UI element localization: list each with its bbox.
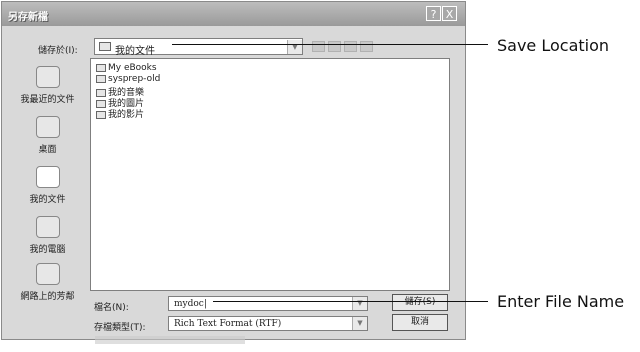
folder-icon	[96, 63, 106, 72]
videos-folder-icon	[96, 110, 106, 119]
folder-icon	[99, 42, 111, 51]
blurred-edge	[95, 336, 245, 344]
callout-enter-file-name: Enter File Name	[497, 292, 625, 311]
file-name-label: 檔名(N):	[94, 303, 129, 313]
folder-icon	[96, 74, 106, 83]
place-recent[interactable]: 我最近的文件	[11, 66, 84, 105]
cancel-button[interactable]: 取消	[392, 314, 448, 331]
save-in-combo[interactable]: 我的文件 ▼	[94, 38, 303, 57]
place-my-documents[interactable]: 我的文件	[11, 166, 84, 205]
file-name: sysprep-old	[108, 74, 161, 84]
dialog-title: 另存新檔	[8, 12, 48, 23]
my-computer-icon	[35, 216, 60, 238]
file-name-input[interactable]: mydoc| ▼	[168, 296, 368, 311]
list-item[interactable]: sysprep-old	[96, 74, 160, 84]
file-list[interactable]: My eBooks sysprep-old 我的音樂 我的圖片 我的影片	[90, 58, 450, 291]
place-network[interactable]: 網路上的芳鄰	[11, 263, 84, 302]
list-item[interactable]: 我的影片	[96, 107, 144, 120]
place-label: 網路上的芳鄰	[20, 292, 75, 302]
help-button[interactable]: ?	[426, 6, 441, 21]
file-name-value: mydoc|	[174, 299, 207, 309]
places-bar: 我最近的文件 桌面 我的文件 我的電腦 網路上的芳鄰	[11, 56, 84, 302]
close-button[interactable]: X	[442, 6, 457, 21]
recent-documents-icon	[35, 66, 60, 88]
my-documents-icon	[35, 166, 60, 188]
chevron-down-icon[interactable]: ▼	[287, 40, 302, 54]
file-type-select[interactable]: Rich Text Format (RTF) ▼	[168, 316, 368, 331]
callout-save-location: Save Location	[497, 36, 610, 55]
callout-line-file-name	[213, 301, 488, 302]
up-folder-icon[interactable]	[328, 41, 341, 52]
place-my-computer[interactable]: 我的電腦	[11, 216, 84, 255]
new-folder-icon[interactable]	[344, 41, 357, 52]
save-button[interactable]: 儲存(S)	[392, 294, 448, 311]
chevron-down-icon[interactable]: ▼	[352, 317, 367, 330]
chevron-down-icon[interactable]: ▼	[352, 297, 367, 310]
file-type-value: Rich Text Format (RTF)	[174, 319, 282, 329]
place-desktop[interactable]: 桌面	[11, 116, 84, 155]
desktop-icon	[35, 116, 60, 138]
list-item[interactable]: My eBooks	[96, 63, 157, 73]
save-in-value: 我的文件	[115, 46, 155, 57]
file-name: My eBooks	[108, 63, 157, 73]
network-places-icon	[35, 263, 60, 285]
place-label: 桌面	[38, 145, 57, 155]
callout-line-save-location	[172, 44, 488, 45]
save-in-label: 儲存於(I):	[38, 46, 78, 56]
file-type-label: 存檔類型(T):	[94, 323, 146, 333]
title-bar: 另存新檔 ? X	[2, 2, 465, 26]
place-label: 我最近的文件	[20, 95, 75, 105]
view-menu-icon[interactable]	[360, 41, 373, 52]
place-label: 我的電腦	[29, 245, 66, 255]
file-name: 我的影片	[108, 110, 145, 120]
save-as-dialog: 另存新檔 ? X 儲存於(I): 我的文件 ▼ 我最近的文件 桌面 我的文件 我…	[1, 1, 466, 340]
back-icon[interactable]	[312, 41, 325, 52]
place-label: 我的文件	[29, 195, 66, 205]
